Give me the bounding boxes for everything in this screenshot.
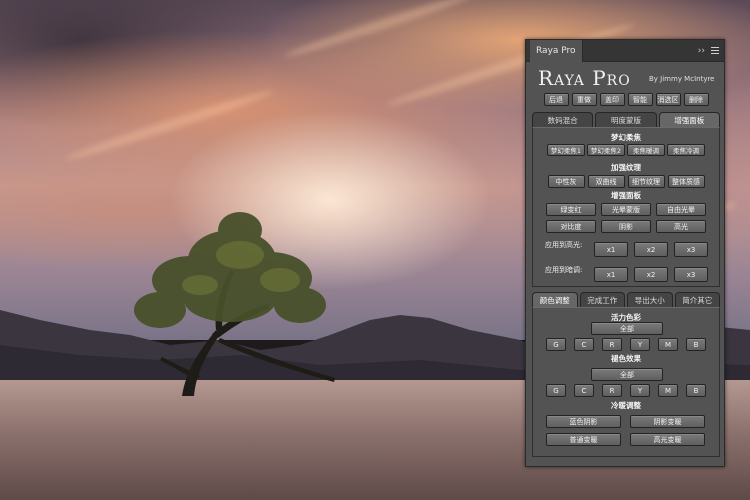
apply-highlights-buttons: x1 x2 x3 <box>594 242 708 257</box>
tab-export-size[interactable]: 导出大小 <box>627 292 673 307</box>
dream-section-title: 梦幻柔焦 <box>611 133 641 142</box>
double-curve-button[interactable]: 双曲线 <box>587 175 625 188</box>
top-toolbar: 后退 重做 盖印 智能 消选区 删除 <box>526 93 726 106</box>
hue-r-button[interactable]: R <box>602 384 622 397</box>
smart-button[interactable]: 智能 <box>627 93 653 106</box>
hue-b-button[interactable]: B <box>686 384 706 397</box>
warm-shadows-button[interactable]: 阴影变暖 <box>630 415 705 428</box>
vibrance-g-button[interactable]: G <box>546 338 566 351</box>
vibrance-channel-buttons: G C R Y M B <box>546 338 706 351</box>
normal-warm-button[interactable]: 普通变暖 <box>546 433 621 446</box>
apply-shadows-x3-button[interactable]: x3 <box>674 267 708 282</box>
blue-shadows-button[interactable]: 蓝色阴影 <box>546 415 621 428</box>
byline: By Jimmy McIntyre <box>649 75 715 83</box>
shadows-button[interactable]: 阴影 <box>601 220 651 233</box>
apply-highlights-x2-button[interactable]: x2 <box>634 242 668 257</box>
hue-all-button[interactable]: 全部 <box>591 368 663 381</box>
vibrance-b-button[interactable]: B <box>686 338 706 351</box>
vibrance-all-button[interactable]: 全部 <box>591 322 663 335</box>
undo-button[interactable]: 后退 <box>543 93 569 106</box>
dream-soft-focus-1-button[interactable]: 梦幻柔焦1 <box>547 144 585 156</box>
hue-g-button[interactable]: G <box>546 384 566 397</box>
apply-shadows-buttons: x1 x2 x3 <box>594 267 708 282</box>
apply-highlights-x3-button[interactable]: x3 <box>674 242 708 257</box>
detail-buttons: 中性灰 双曲线 细节纹理 整体质感 <box>526 175 726 188</box>
enhance-row-2: 对比度 阴影 高光 <box>526 220 726 233</box>
warm-highlights-button[interactable]: 高光变暖 <box>630 433 705 446</box>
apply-highlights-label: 应用到高光: <box>545 241 583 249</box>
vibrance-r-button[interactable]: R <box>602 338 622 351</box>
raya-pro-panel: Raya Pro ›› Raya Pro By Jimmy McIntyre 后… <box>525 39 725 467</box>
detail-section-title: 加强纹理 <box>611 163 641 172</box>
soft-focus-cool-button[interactable]: 柔焦冷调 <box>667 144 705 156</box>
warm-cool-row-1: 蓝色阴影 阴影变暖 <box>546 415 705 428</box>
apply-shadows-x2-button[interactable]: x2 <box>634 267 668 282</box>
top-tabs: 数码混合 明度蒙版 增强面板 <box>532 112 720 127</box>
tab-enhance[interactable]: 增强面板 <box>658 112 720 127</box>
stamp-button[interactable]: 盖印 <box>599 93 625 106</box>
hue-c-button[interactable]: C <box>574 384 594 397</box>
redo-button[interactable]: 重做 <box>571 93 597 106</box>
panel-header: Raya Pro By Jimmy McIntyre <box>526 62 724 90</box>
enhance-section-title: 增强面板 <box>611 191 641 200</box>
deselect-button[interactable]: 消选区 <box>655 93 681 106</box>
hue-section-title: 褪色效果 <box>611 354 641 363</box>
hue-m-button[interactable]: M <box>658 384 678 397</box>
warm-cool-section-title: 冷暖调整 <box>611 401 641 410</box>
free-glow-button[interactable]: 自由光晕 <box>656 203 706 216</box>
neutral-gray-button[interactable]: 中性灰 <box>547 175 585 188</box>
panel-tab[interactable]: Raya Pro <box>530 39 583 62</box>
vibrance-c-button[interactable]: C <box>574 338 594 351</box>
menu-icon[interactable] <box>711 47 719 54</box>
apply-shadows-x1-button[interactable]: x1 <box>594 267 628 282</box>
bottom-tabs: 颜色调整 完成工作 导出大小 简介其它 <box>532 292 720 307</box>
dream-soft-focus-2-button[interactable]: 梦幻柔焦2 <box>587 144 625 156</box>
warm-cool-row-2: 普通变暖 高光变暖 <box>546 433 705 446</box>
delete-button[interactable]: 删除 <box>683 93 709 106</box>
green-to-red-button[interactable]: 绿变红 <box>546 203 596 216</box>
overall-texture-button[interactable]: 整体质感 <box>667 175 705 188</box>
tab-finish-work[interactable]: 完成工作 <box>579 292 625 307</box>
tab-about[interactable]: 简介其它 <box>674 292 720 307</box>
tab-color-adjust[interactable]: 颜色调整 <box>532 292 578 307</box>
detail-texture-button[interactable]: 细节纹理 <box>627 175 665 188</box>
vibrance-m-button[interactable]: M <box>658 338 678 351</box>
apply-highlights-x1-button[interactable]: x1 <box>594 242 628 257</box>
glow-mask-button[interactable]: 光晕蒙版 <box>601 203 651 216</box>
tab-digital-blend[interactable]: 数码混合 <box>532 112 594 127</box>
apply-shadows-label: 应用到暗调: <box>545 266 583 274</box>
collapse-icon[interactable]: ›› <box>698 46 705 56</box>
hue-y-button[interactable]: Y <box>630 384 650 397</box>
enhance-row-1: 绿变红 光晕蒙版 自由光晕 <box>526 203 726 216</box>
dream-buttons: 梦幻柔焦1 梦幻柔焦2 柔焦暖调 柔焦冷调 <box>526 144 726 156</box>
soft-focus-warm-button[interactable]: 柔焦暖调 <box>627 144 665 156</box>
contrast-button[interactable]: 对比度 <box>546 220 596 233</box>
highlights-button[interactable]: 高光 <box>656 220 706 233</box>
logo: Raya Pro <box>538 66 631 90</box>
vibrance-y-button[interactable]: Y <box>630 338 650 351</box>
hue-channel-buttons: G C R Y M B <box>546 384 706 397</box>
tab-luminosity-masks[interactable]: 明度蒙版 <box>595 112 657 127</box>
panel-titlebar: Raya Pro ›› <box>526 39 724 62</box>
tree <box>134 212 335 396</box>
